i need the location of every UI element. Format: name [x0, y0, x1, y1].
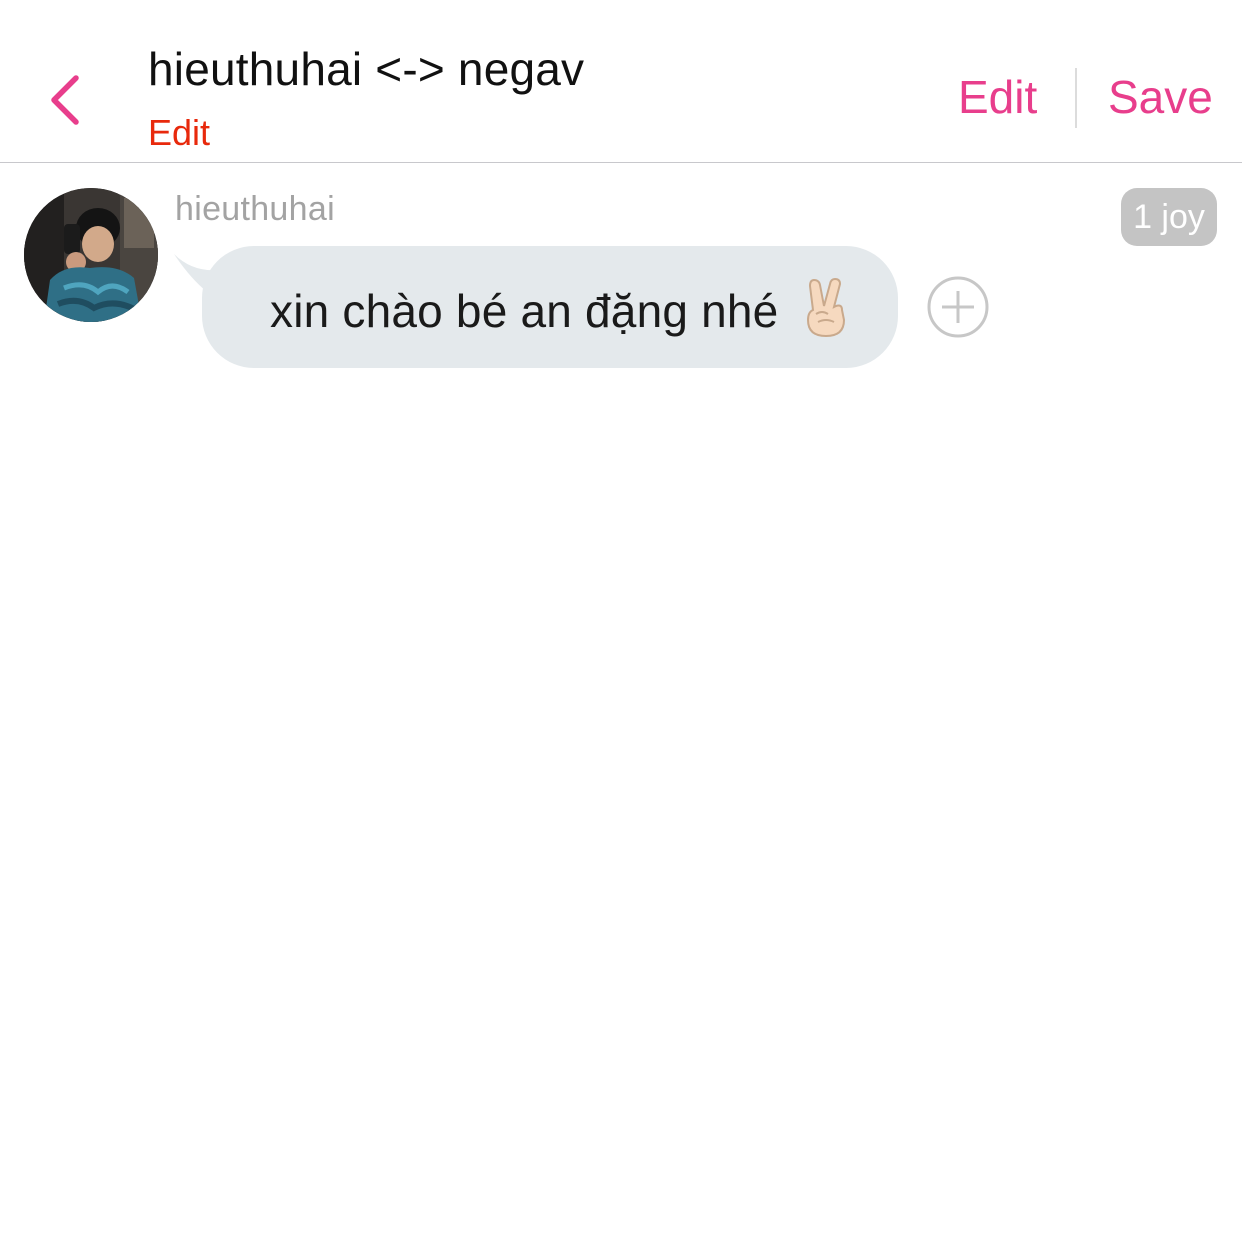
subtitle-edit-link[interactable]: Edit: [148, 112, 210, 154]
plus-circle-icon[interactable]: [927, 276, 989, 338]
conversation-title: hieuthuhai <-> negav: [148, 43, 585, 95]
bubble-body: xin chào bé an đặng nhé: [202, 246, 898, 368]
message-text: xin chào bé an đặng nhé: [270, 285, 779, 337]
save-button[interactable]: Save: [1108, 70, 1213, 124]
avatar-photo: [24, 188, 158, 322]
chevron-left-icon: [51, 75, 79, 125]
victory-hand-icon: [806, 277, 846, 338]
avatar[interactable]: [24, 188, 158, 322]
header-divider: [1075, 68, 1077, 128]
edit-button[interactable]: Edit: [958, 70, 1037, 124]
chat-screen: hieuthuhai <-> negav Edit Edit Save hieu…: [0, 0, 1242, 1242]
header-bar: hieuthuhai <-> negav Edit Edit Save: [0, 0, 1242, 163]
timestamp-badge: 1 joy: [1121, 188, 1217, 246]
message-bubble[interactable]: xin chào bé an đặng nhé: [172, 246, 898, 370]
back-button[interactable]: [40, 66, 96, 130]
sender-name: hieuthuhai: [175, 190, 335, 228]
